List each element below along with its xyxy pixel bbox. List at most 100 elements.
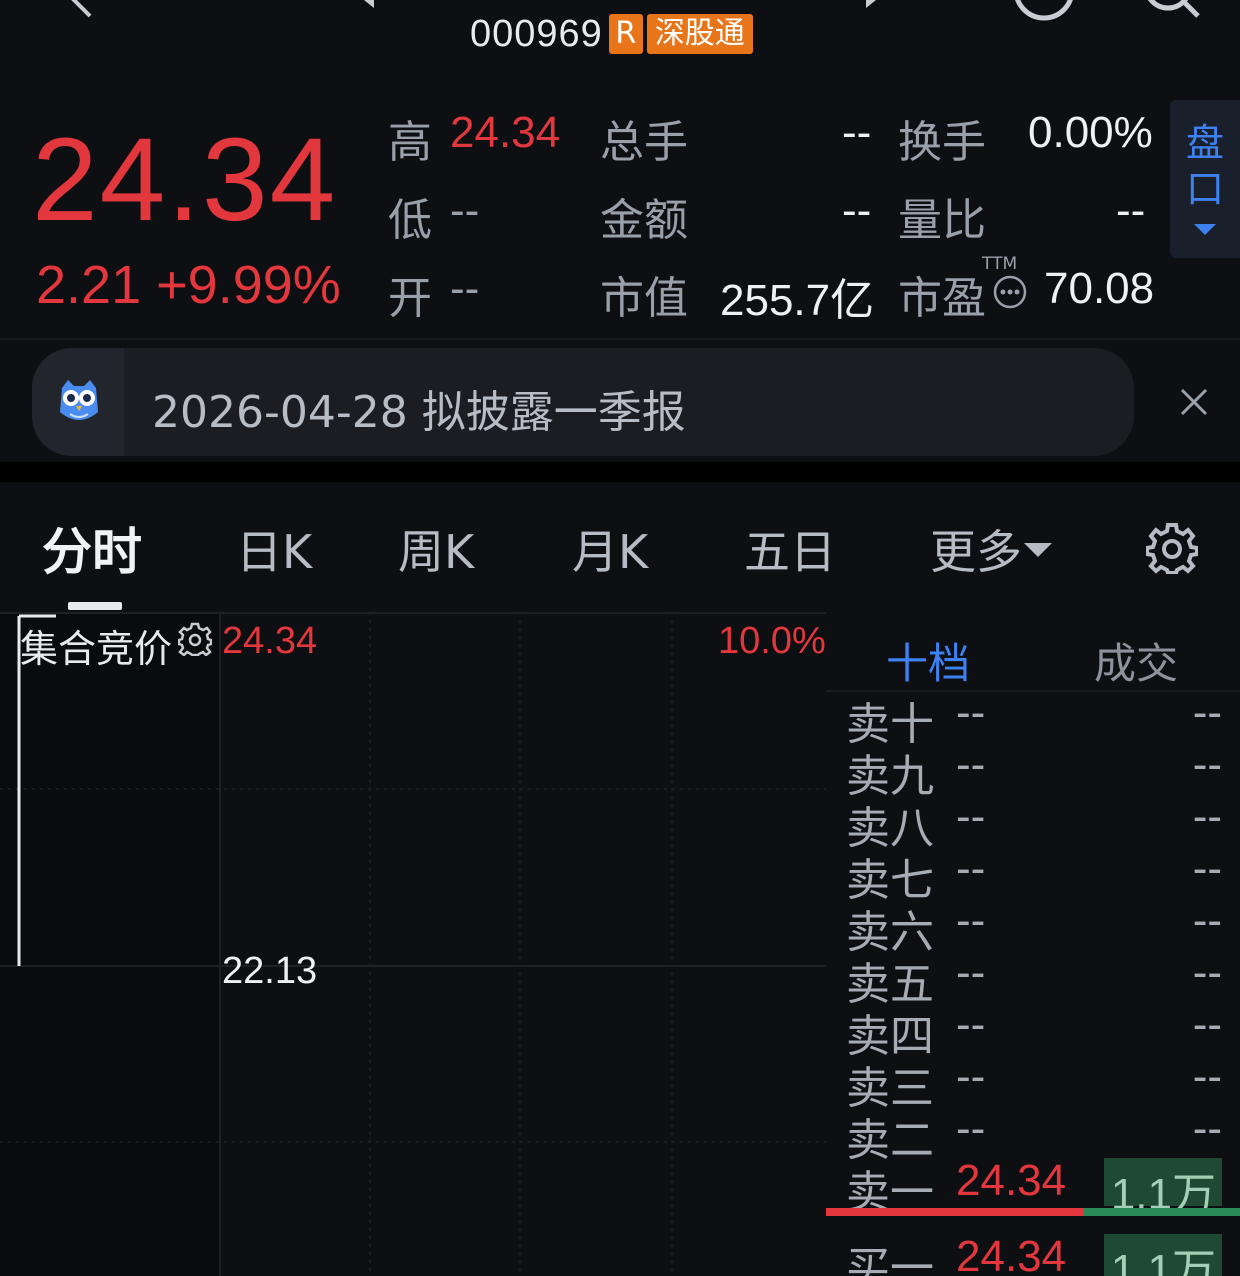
sell-ratio-segment [826,1208,1084,1216]
chart-mid-price: 22.13 [222,950,318,992]
ask-row: 卖六 -- -- [826,896,1240,958]
next-stock-arrow-icon[interactable] [860,0,880,12]
owl-icon [60,380,98,420]
ask-price: 24.34 [956,1156,1067,1205]
ask-row: 卖二 -- -- [826,1104,1240,1166]
notice-text: 2026-04-28 拟披露一季报 [152,387,686,438]
search-icon[interactable] [1140,0,1202,22]
ask-row: 卖十 -- -- [826,688,1240,750]
pe-value: 70.08 [1044,264,1155,313]
tab-ten-levels[interactable]: 十档 [886,630,970,691]
bid-row: 买一 24.34 1.1万 [826,1232,1240,1276]
ask-volume: -- [1192,1104,1222,1153]
bid-volume: 1.1万 [1110,1246,1216,1276]
price-change: 2.21 +9.99% [36,254,341,316]
order-book-side-label: 盘口 [1185,121,1224,211]
market-cap-label: 市值 [600,273,688,324]
turnover-value: 0.00% [1028,108,1153,157]
ask-volume: -- [1192,1000,1222,1049]
ask-price: -- [956,1104,986,1153]
bid-volume-box: 1.1万 [1104,1234,1222,1276]
ask-row: 卖九 -- -- [826,740,1240,802]
ask-row: 卖五 -- -- [826,948,1240,1010]
divider [0,338,1240,340]
tab-intraday[interactable]: 分时 [42,512,142,584]
ask-volume: -- [1192,948,1222,997]
ask-volume: -- [1192,688,1222,737]
ask-price: -- [956,1000,986,1049]
change-value: 2.21 [36,255,142,315]
amount-value: -- [842,186,872,235]
notice-banner[interactable]: 2026-04-28 拟披露一季报 [32,348,1134,456]
chart-top-percent: 10.0% [718,620,826,662]
stock-code-row: 000969 R 深股通 [470,12,753,56]
tab-weekly-k[interactable]: 周K [398,516,474,582]
high-label: 高 [388,117,432,168]
market-cap-value: 255.7亿 [720,276,875,325]
buy-sell-ratio-bar [826,1208,1240,1216]
ask-volume: -- [1192,740,1222,789]
low-value: -- [450,186,480,235]
bid-label: 买一 [846,1243,934,1276]
ask-price: -- [956,740,986,789]
ask-row: 卖四 -- -- [826,1000,1240,1062]
caret-down-icon [1024,542,1052,557]
owl-avatar-box [32,348,124,456]
tab-trades[interactable]: 成交 [1094,630,1178,691]
section-separator [0,462,1240,482]
volume-label: 总手 [600,117,688,168]
back-arrow-icon[interactable] [60,0,100,20]
gear-icon[interactable] [1146,522,1198,574]
pe-label: 市盈 [898,273,986,324]
auction-settings-gear-icon[interactable] [178,622,212,656]
margin-badge: R [608,14,643,54]
ask-row: 卖三 -- -- [826,1052,1240,1114]
chart-grid [0,612,826,1276]
ask-row: 卖七 -- -- [826,844,1240,906]
tab-monthly-k[interactable]: 月K [572,516,648,582]
ask-price: -- [956,844,986,893]
ask-price: -- [956,948,986,997]
top-bar: 000969 R 深股通 [0,0,1240,60]
circle-menu-icon[interactable] [1010,0,1078,24]
tab-more-label: 更多 [930,525,1022,579]
buy-ratio-segment [1084,1208,1240,1216]
volume-ratio-label: 量比 [898,195,986,246]
ask-price: -- [956,792,986,841]
tab-daily-k[interactable]: 日K [236,516,312,582]
more-dots-icon[interactable] [992,274,1028,310]
ask-price: -- [956,896,986,945]
turnover-label: 换手 [898,117,986,168]
ask-volume: -- [1192,896,1222,945]
ask-volume: -- [1192,792,1222,841]
high-value: 24.34 [450,108,561,157]
open-value: -- [450,264,480,313]
volume-value: -- [842,108,872,157]
ask-price: -- [956,1052,986,1101]
auction-label: 集合竞价 [20,627,173,671]
ask-volume-box: 1.1万 [1104,1158,1222,1219]
amount-label: 金额 [600,195,688,246]
active-tab-indicator [68,602,122,610]
open-label: 开 [388,273,432,324]
connect-badge: 深股通 [646,14,753,54]
ask-volume: -- [1192,1052,1222,1101]
close-icon[interactable] [1178,386,1210,418]
chart-period-tabs: 分时 日K 周K 月K 五日 更多 [0,512,1240,592]
change-percent: +9.99% [156,255,341,315]
tab-five-day[interactable]: 五日 [744,516,836,582]
tab-more[interactable]: 更多 [930,516,1052,582]
ask-row: 卖一 24.34 1.1万 [826,1156,1240,1219]
caret-down-icon [1194,224,1216,235]
bid-price: 24.34 [956,1232,1067,1276]
chart-top-price: 24.34 [222,620,318,662]
order-book-tabs: 十档 成交 [826,612,1240,692]
order-book-side-tab[interactable]: 盘口 [1170,100,1240,258]
low-label: 低 [388,195,432,246]
ask-row: 卖八 -- -- [826,792,1240,854]
prev-stock-arrow-icon[interactable] [360,0,380,12]
intraday-chart[interactable] [0,612,826,1276]
ask-price: -- [956,688,986,737]
pe-ttm-tag: TTM [982,254,1018,274]
order-book-panel: 十档 成交 卖十 -- -- 卖九 -- -- 卖八 -- -- 卖七 -- -… [826,612,1240,1276]
